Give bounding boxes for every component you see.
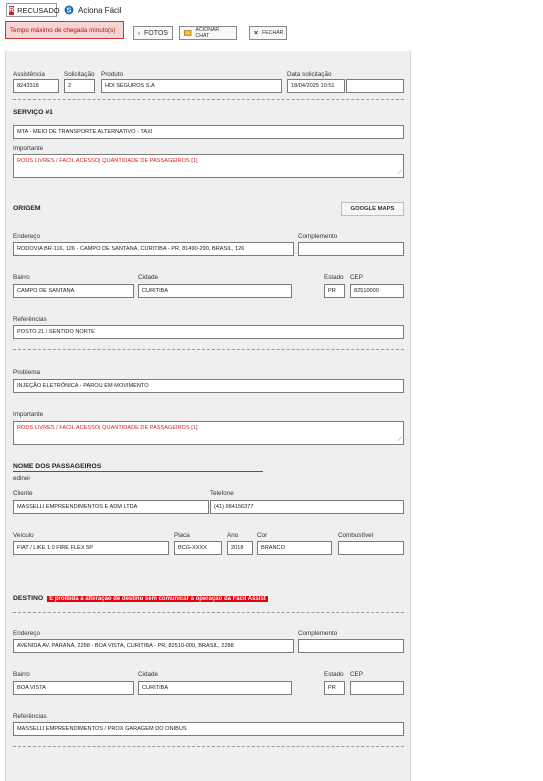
status-label: RECUSADO	[17, 5, 60, 15]
arrival-timer-banner: Tempo máximo de chegada minuto(s)	[5, 21, 124, 39]
destination-bairro-field[interactable]: BOA VISTA	[13, 681, 134, 695]
service-important-label: Importante	[13, 145, 44, 152]
service-field[interactable]: MTA - MEIO DE TRANSPORTE ALTERNATIVO - T…	[13, 125, 404, 139]
open-chat-button[interactable]: ACIONAR CHAT	[179, 26, 237, 40]
origin-bairro-field[interactable]: CAMPO DE SANTANA	[13, 284, 134, 298]
passengers-underline	[13, 471, 263, 472]
placa-label: Placa	[174, 532, 190, 539]
resize-grip-icon[interactable]: ⟋	[398, 437, 402, 443]
client-field[interactable]: MASSELLI EMPREENDIMENTOS E ADM LTDA	[13, 500, 209, 514]
resize-grip-icon[interactable]: ⟋	[398, 170, 402, 176]
destination-estado-field[interactable]: PR	[324, 681, 345, 695]
destination-address-label: Endereço	[13, 630, 40, 637]
close-button-label: FECHAR	[262, 30, 284, 36]
cor-label: Cor	[257, 532, 268, 539]
destination-cidade-label: Cidade	[138, 671, 158, 678]
destination-cidade-field[interactable]: CURITIBA	[138, 681, 292, 695]
produto-label: Produto	[101, 71, 124, 78]
data-extra-field[interactable]	[346, 79, 404, 93]
close-icon: ×	[254, 29, 259, 37]
destination-ref-label: Referências	[13, 713, 47, 720]
destination-cep-field[interactable]	[350, 681, 404, 695]
close-button[interactable]: × FECHAR	[249, 26, 287, 40]
service-important-textarea[interactable]: RODS LIVRES / FACIL ACESSO| QUANTIDADE D…	[13, 154, 404, 178]
origin-address-field[interactable]: RODOVIA BR-116, 126 - CAMPO DE SANTANA, …	[13, 242, 294, 256]
destination-estado-label: Estado	[324, 671, 344, 678]
assistencia-label: Assistência	[13, 71, 45, 78]
data-field[interactable]: 18/04/2025 10:51	[287, 79, 345, 93]
problem-label: Problema	[13, 369, 40, 376]
arrival-timer-label: Tempo máximo de chegada minuto(s)	[10, 26, 116, 34]
refused-icon: R	[9, 5, 15, 15]
destination-ref-field[interactable]: MASSELLI EMPREENDIMENTOS / PROX GARAGEM …	[13, 722, 404, 736]
problem-important-label: Importante	[13, 411, 44, 418]
app-title: Aciona Fácil	[78, 5, 122, 15]
origin-bairro-label: Bairro	[13, 274, 30, 281]
combustivel-field[interactable]	[338, 541, 404, 555]
service-form-panel: Assistência 8243318 Solicitação 2 Produt…	[5, 51, 411, 781]
app-logo-icon: S	[64, 5, 74, 15]
client-label: Cliente	[13, 490, 33, 497]
origin-estado-label: Estado	[324, 274, 344, 281]
passengers-title: NOME DOS PASSAGEIROS	[13, 463, 102, 470]
service-important-text: RODS LIVRES / FACIL ACESSO| QUANTIDADE D…	[17, 158, 198, 164]
origin-address-label: Endereço	[13, 233, 40, 240]
destination-bairro-label: Bairro	[13, 671, 30, 678]
open-chat-button-label: ACIONAR CHAT	[195, 27, 220, 39]
destination-complement-label: Complemento	[298, 630, 338, 637]
photo-icon	[138, 32, 141, 34]
data-label: Data solicitação	[287, 71, 332, 78]
origin-cidade-field[interactable]: CURITIBA	[138, 284, 292, 298]
placa-field[interactable]: BCG-XXXX	[174, 541, 222, 555]
photos-button[interactable]: FOTOS	[133, 26, 173, 40]
ano-field[interactable]: 2018	[227, 541, 253, 555]
cor-field[interactable]: BRANCO	[257, 541, 332, 555]
passenger-name: edinei	[13, 475, 30, 482]
origin-ref-field[interactable]: POSTO 21 / SENTIDO NORTE	[13, 325, 404, 339]
vehicle-label: Veículo	[13, 532, 34, 539]
destination-header: DESTINO É proibida a alteração de destin…	[13, 595, 268, 602]
svg-text:S: S	[67, 8, 72, 15]
produto-field[interactable]: HDI SEGUROS S.A	[101, 79, 282, 93]
divider	[13, 746, 404, 747]
solicitacao-label: Solicitação	[64, 71, 95, 78]
google-maps-button[interactable]: GOOGLE MAPS	[341, 202, 404, 216]
origin-complement-field[interactable]	[298, 242, 404, 256]
vehicle-field[interactable]: FIAT / LIKE 1.0 FIRE FLEX 5P	[13, 541, 169, 555]
app-title-area: S Aciona Fácil	[64, 3, 122, 17]
divider	[13, 612, 404, 613]
ano-label: Ano	[227, 532, 239, 539]
assistencia-field[interactable]: 8243318	[13, 79, 59, 93]
status-badge: R RECUSADO	[6, 3, 60, 17]
divider	[13, 349, 404, 350]
divider	[13, 99, 404, 100]
solicitacao-field[interactable]: 2	[64, 79, 95, 93]
destination-title: DESTINO	[13, 595, 44, 602]
origin-estado-field[interactable]: PR	[324, 284, 345, 298]
origin-complement-label: Complemento	[298, 233, 338, 240]
origin-ref-label: Referências	[13, 316, 47, 323]
destination-complement-field[interactable]	[298, 639, 404, 653]
combustivel-label: Combustível	[338, 532, 373, 539]
origin-cep-field[interactable]: 82510000	[350, 284, 404, 298]
origin-cep-label: CEP	[350, 274, 363, 281]
origin-cidade-label: Cidade	[138, 274, 158, 281]
phone-field[interactable]: (41) 984156377	[210, 500, 404, 514]
google-maps-button-label: GOOGLE MAPS	[350, 206, 395, 212]
destination-cep-label: CEP	[350, 671, 363, 678]
destination-address-field[interactable]: AVENIDA AV. PARANÁ, 2288 - BOA VISTA, CU…	[13, 639, 294, 653]
origin-title: ORIGEM	[13, 205, 41, 212]
phone-label: Telefone	[210, 490, 234, 497]
service-title: SERVIÇO #1	[13, 109, 53, 116]
photos-button-label: FOTOS	[144, 29, 168, 37]
problem-field[interactable]: INJEÇÃO ELETRÔNICA - PAROU EM MOVIMENTO	[13, 379, 404, 393]
problem-important-textarea[interactable]: RODS LIVRES / FACIL ACESSO| QUANTIDADE D…	[13, 421, 404, 445]
problem-important-text: RODS LIVRES / FACIL ACESSO| QUANTIDADE D…	[17, 425, 198, 431]
chat-icon	[184, 30, 192, 36]
destination-warning: É proibida a alteração de destino sem co…	[47, 595, 268, 602]
